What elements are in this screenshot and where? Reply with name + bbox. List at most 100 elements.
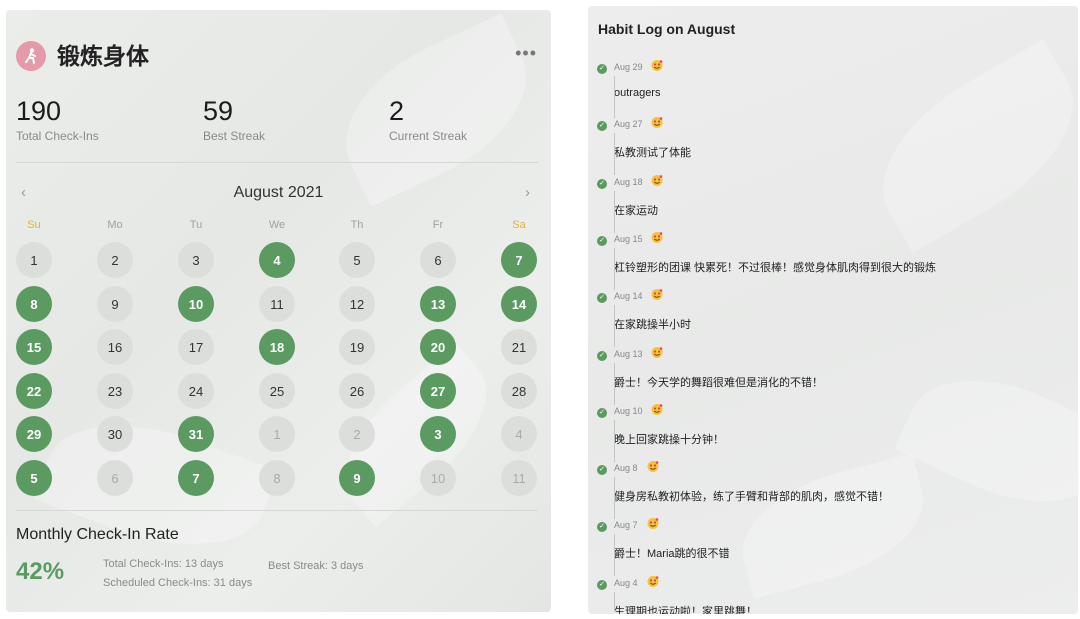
star-struck-emoji-icon: [646, 516, 660, 530]
timeline-connector: [614, 477, 615, 520]
calendar-day[interactable]: 26: [339, 373, 375, 409]
log-date: Aug 10: [614, 405, 643, 416]
calendar-day[interactable]: 4: [501, 416, 537, 452]
calendar-day[interactable]: 28: [501, 373, 537, 409]
star-struck-emoji-icon: [650, 345, 664, 359]
log-title: Habit Log on August: [598, 21, 736, 37]
stat-value: 190: [16, 96, 62, 126]
star-struck-emoji-icon: [650, 173, 664, 187]
log-date: Aug 15: [614, 233, 643, 244]
calendar-day-checked[interactable]: 5: [16, 460, 52, 496]
calendar-day-checked[interactable]: 7: [501, 242, 537, 278]
calendar-day[interactable]: 8: [259, 460, 295, 496]
star-struck-emoji-icon: [650, 402, 664, 416]
stat-value: 2: [389, 96, 405, 126]
monthly-best-streak: Best Streak: 3 days: [268, 560, 364, 572]
star-struck-emoji-icon: [650, 230, 664, 244]
timeline-connector: [614, 534, 615, 577]
log-date: Aug 14: [614, 291, 643, 302]
star-struck-emoji-icon: [650, 58, 664, 72]
log-entry[interactable]: ✓ Aug 14 在家跳操半小时: [588, 285, 1078, 342]
calendar-day[interactable]: 1: [259, 416, 295, 452]
star-struck-emoji-icon: [650, 287, 664, 301]
log-entry[interactable]: ✓ Aug 4 生理期也运动啦！家里跳舞！: [588, 572, 1078, 614]
next-month-button[interactable]: ›: [525, 184, 530, 201]
weekday-label: Sa: [512, 219, 526, 231]
calendar-day-checked[interactable]: 29: [16, 416, 52, 452]
calendar-day-checked[interactable]: 9: [339, 460, 375, 496]
timeline-connector: [614, 247, 615, 290]
calendar-day-checked[interactable]: 3: [420, 416, 456, 452]
habit-card: 锻炼身体 ••• 190 Total Check-Ins 59 Best Str…: [6, 10, 551, 612]
weekday-label: Fr: [432, 219, 444, 231]
stat-value: 59: [203, 96, 234, 126]
calendar-day[interactable]: 2: [97, 242, 133, 278]
calendar-day-checked[interactable]: 20: [420, 329, 456, 365]
calendar-day-checked[interactable]: 8: [16, 286, 52, 322]
calendar-day[interactable]: 24: [178, 373, 214, 409]
calendar-day[interactable]: 9: [97, 286, 133, 322]
check-circle-icon: ✓: [597, 64, 607, 74]
calendar-day[interactable]: 5: [339, 242, 375, 278]
calendar-day[interactable]: 30: [97, 416, 133, 452]
log-entry[interactable]: ✓ Aug 15 杠铃塑形的团课 快累死！不过很棒！感觉身体肌肉得到很大的锻炼: [588, 228, 1078, 285]
stat-label: Total Check-Ins: [16, 129, 99, 143]
calendar-day[interactable]: 12: [339, 286, 375, 322]
log-entry[interactable]: ✓ Aug 27 私教测试了体能: [588, 113, 1078, 170]
more-options-icon[interactable]: •••: [515, 44, 537, 62]
log-text: 杠铃塑形的团课 快累死！不过很棒！感觉身体肌肉得到很大的锻炼: [614, 261, 937, 274]
divider: [16, 162, 538, 163]
calendar-day-checked[interactable]: 4: [259, 242, 295, 278]
month-title: August 2021: [233, 184, 324, 201]
calendar-day[interactable]: 2: [339, 416, 375, 452]
calendar-day[interactable]: 23: [97, 373, 133, 409]
check-circle-icon: ✓: [597, 178, 607, 189]
log-text: 爵士！今天学的舞蹈很难但是消化的不错！: [614, 376, 823, 389]
log-text: 在家跳操半小时: [614, 319, 691, 332]
check-circle-icon: ✓: [597, 235, 607, 246]
person-exercise-icon: [16, 41, 46, 71]
calendar-day-checked[interactable]: 31: [178, 416, 214, 452]
log-date: Aug 13: [614, 348, 643, 359]
log-entry[interactable]: ✓ Aug 18 在家运动: [588, 171, 1078, 228]
calendar-day[interactable]: 19: [339, 329, 375, 365]
check-circle-icon: ✓: [597, 293, 607, 304]
calendar-day-checked[interactable]: 15: [16, 329, 52, 365]
calendar-day-checked[interactable]: 14: [501, 286, 537, 322]
calendar-day[interactable]: 21: [501, 329, 537, 365]
calendar-day-checked[interactable]: 13: [420, 286, 456, 322]
log-date: Aug 27: [614, 119, 643, 130]
calendar-day-checked[interactable]: 22: [16, 373, 52, 409]
calendar-day-checked[interactable]: 7: [178, 460, 214, 496]
log-entry[interactable]: ✓ Aug 7 爵士！Maria跳的很不错: [588, 514, 1078, 571]
calendar-day-checked[interactable]: 27: [420, 373, 456, 409]
stat-label: Best Streak: [203, 129, 266, 143]
calendar-day[interactable]: 10: [420, 460, 456, 496]
calendar-day-checked[interactable]: 18: [259, 329, 295, 365]
calendar-day[interactable]: 16: [97, 329, 133, 365]
log-date: Aug 4: [614, 577, 638, 588]
log-date: Aug 18: [614, 176, 643, 187]
star-struck-emoji-icon: [646, 574, 660, 588]
stat-total-check-ins: 190 Total Check-Ins: [16, 96, 99, 143]
star-struck-emoji-icon: [646, 459, 660, 473]
calendar-day[interactable]: 25: [259, 373, 295, 409]
log-entry[interactable]: ✓ Aug 13 爵士！今天学的舞蹈很难但是消化的不错！: [588, 343, 1078, 400]
log-entry[interactable]: ✓ Aug 8 健身房私教初体验，练了手臂和背部的肌肉，感觉不错！: [588, 457, 1078, 514]
weekday-label: Su: [27, 219, 41, 231]
calendar-day[interactable]: 1: [16, 242, 52, 278]
calendar-day-checked[interactable]: 10: [178, 286, 214, 322]
log-text: 健身房私教初体验，练了手臂和背部的肌肉，感觉不错！: [614, 491, 889, 504]
calendar-day[interactable]: 11: [259, 286, 295, 322]
calendar-day[interactable]: 3: [178, 242, 214, 278]
stat-current-streak: 2 Current Streak: [389, 96, 467, 143]
weekday-label: Mo: [107, 219, 123, 231]
calendar-day[interactable]: 17: [178, 329, 214, 365]
log-entry[interactable]: ✓ Aug 29 outragers: [588, 56, 1078, 113]
timeline-connector: [614, 362, 615, 405]
weekday-label: Tu: [189, 219, 203, 231]
log-entry[interactable]: ✓ Aug 10 晚上回家跳操十分钟！: [588, 400, 1078, 457]
calendar-day[interactable]: 11: [501, 460, 537, 496]
calendar-day[interactable]: 6: [420, 242, 456, 278]
calendar-day[interactable]: 6: [97, 460, 133, 496]
